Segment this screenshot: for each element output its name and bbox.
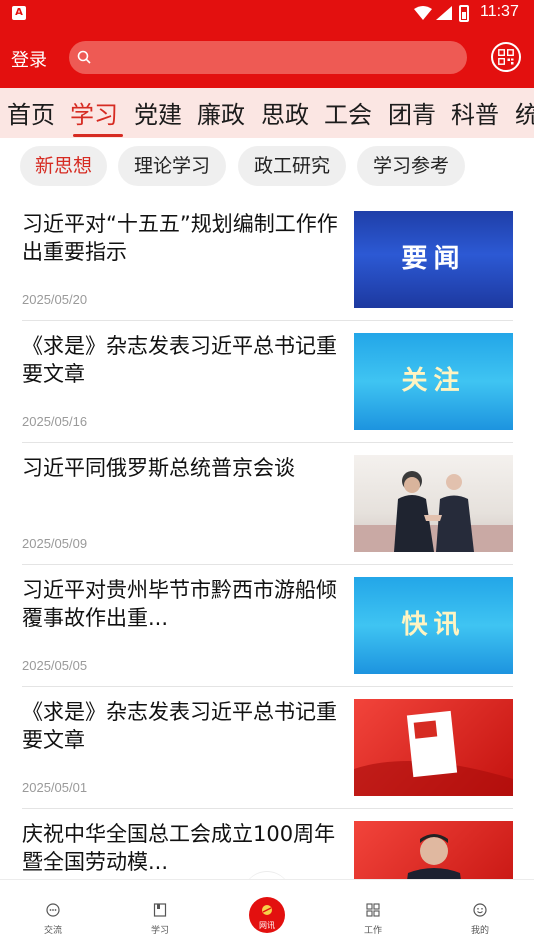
tab-integrity[interactable]: 廉政	[197, 95, 245, 130]
news-thumbnail	[354, 699, 513, 796]
app-screen: A 11:37 登录 首页 学习 党建 廉政 思政 工会 团青 科普 统 新思想…	[0, 0, 534, 950]
news-date: 2025/05/05	[22, 658, 88, 673]
handshake-photo-icon	[354, 471, 513, 552]
nav-label: 我的	[470, 926, 489, 936]
news-item[interactable]: 《求是》杂志发表习近平总书记重要文章 2025/05/16 关注	[22, 322, 513, 443]
chip-political-research[interactable]: 政工研究	[238, 146, 346, 186]
tab-union[interactable]: 工会	[324, 95, 372, 130]
news-item[interactable]: 习近平对“十五五”规划编制工作作出重要指示 2025/05/20 要闻	[22, 200, 513, 321]
signal-icon	[436, 6, 452, 20]
nav-item-work[interactable]: 工作	[343, 902, 403, 936]
battery-icon	[459, 5, 469, 22]
news-item[interactable]: 习近平对贵州毕节市黔西市游船倾覆事故作出重... 2025/05/05 快讯	[22, 566, 513, 687]
news-title: 《求是》杂志发表习近平总书记重要文章	[22, 334, 337, 386]
chip-new-thought[interactable]: 新思想	[20, 146, 107, 186]
nav-item-exchange[interactable]: 交流	[23, 902, 83, 936]
chip-study-reference[interactable]: 学习参考	[357, 146, 465, 186]
login-button[interactable]: 登录	[11, 46, 47, 72]
nav-item-news-center[interactable]: 网讯	[249, 897, 285, 933]
chat-icon	[46, 903, 60, 917]
chip-theory-study[interactable]: 理论学习	[118, 146, 226, 186]
news-date: 2025/05/20	[22, 292, 88, 307]
nav-label: 交流	[43, 926, 62, 936]
news-title: 习近平对“十五五”规划编制工作作出重要指示	[22, 212, 338, 264]
news-title: 《求是》杂志发表习近平总书记重要文章	[22, 700, 337, 752]
app-notification-icon: A	[12, 6, 26, 20]
sub-category-chips: 新思想 理论学习 政工研究 学习参考	[0, 138, 534, 194]
nav-label: 工作	[363, 926, 382, 936]
news-thumbnail-photo	[354, 455, 513, 552]
news-title: 习近平同俄罗斯总统普京会谈	[22, 456, 295, 480]
news-date: 2025/05/16	[22, 414, 88, 429]
thumbnail-caption: 要闻	[401, 244, 466, 274]
tab-youth-league[interactable]: 团青	[388, 95, 436, 130]
nav-label: 网讯	[259, 921, 275, 930]
status-bar: A 11:37	[0, 0, 534, 28]
tab-science[interactable]: 科普	[451, 95, 499, 130]
thumbnail-caption: 关注	[401, 366, 466, 396]
tab-party-building[interactable]: 党建	[134, 95, 182, 130]
party-emblem-icon	[262, 905, 272, 915]
wifi-icon	[414, 6, 432, 20]
book-icon	[153, 903, 167, 917]
nav-item-mine[interactable]: 我的	[450, 902, 510, 936]
news-date: 2025/05/01	[22, 780, 88, 795]
news-thumbnail: 快讯	[354, 577, 513, 674]
news-title: 庆祝中华全国总工会成立100周年暨全国劳动模...	[22, 822, 336, 874]
bottom-navigation: 交流 学习 网讯 工作 我的	[0, 879, 534, 950]
magazine-cover-icon	[354, 710, 513, 796]
qr-scan-button[interactable]	[491, 42, 521, 72]
grid-icon	[366, 903, 380, 917]
search-input[interactable]	[99, 41, 459, 74]
tab-study[interactable]: 学习	[70, 95, 118, 130]
tab-more[interactable]: 统	[515, 95, 534, 130]
active-tab-indicator	[73, 134, 123, 137]
news-thumbnail: 关注	[354, 333, 513, 430]
clock-time: 11:37	[480, 3, 519, 20]
search-icon	[77, 50, 91, 64]
smiley-icon	[473, 903, 487, 917]
news-thumbnail: 要闻	[354, 211, 513, 308]
nav-label: 学习	[150, 926, 169, 936]
search-bar[interactable]	[69, 41, 467, 74]
thumbnail-caption: 快讯	[401, 610, 466, 640]
nav-item-study[interactable]: 学习	[130, 902, 190, 936]
news-item[interactable]: 习近平同俄罗斯总统普京会谈 2025/05/09	[22, 444, 513, 565]
tab-ideology[interactable]: 思政	[261, 95, 309, 130]
news-date: 2025/05/09	[22, 536, 88, 551]
qr-code-icon	[498, 49, 514, 65]
top-header: A 11:37 登录	[0, 0, 534, 88]
channel-tabs: 首页 学习 党建 廉政 思政 工会 团青 科普 统	[0, 88, 534, 138]
news-title: 习近平对贵州毕节市黔西市游船倾覆事故作出重...	[22, 578, 337, 630]
tab-home[interactable]: 首页	[7, 95, 55, 130]
news-item[interactable]: 《求是》杂志发表习近平总书记重要文章 2025/05/01	[22, 688, 513, 809]
